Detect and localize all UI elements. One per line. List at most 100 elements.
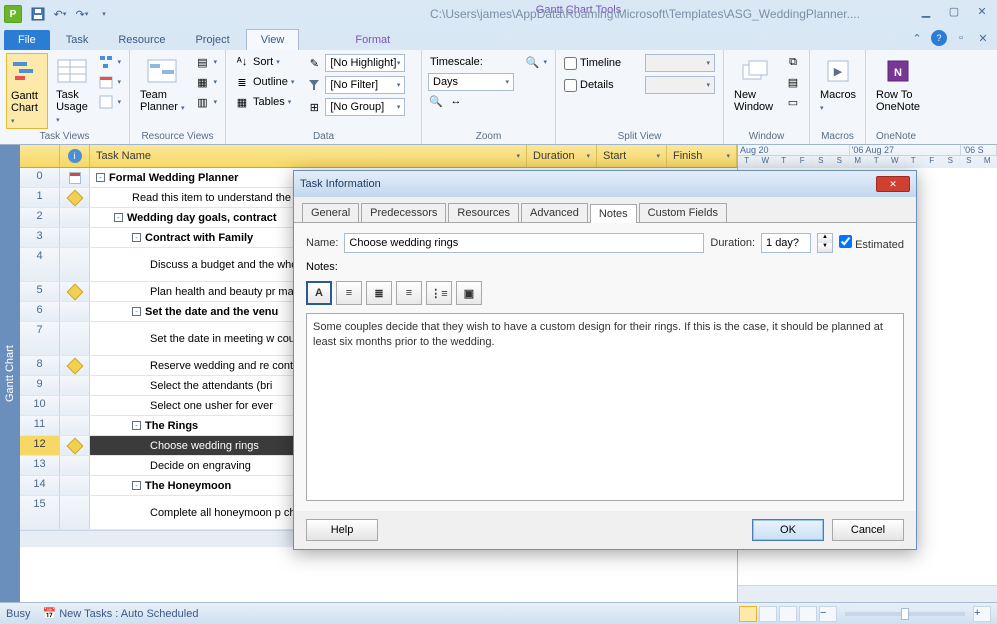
window-title: C:\Users\james\AppData\Roaming\Microsoft… (430, 7, 860, 21)
network-diagram-button[interactable]: ▾ (96, 53, 123, 71)
timescale-select[interactable]: Days▾ (428, 73, 514, 91)
align-left-icon[interactable]: ≡ (336, 281, 362, 305)
hide-button[interactable]: ▭ (783, 93, 803, 111)
mdi-restore-icon[interactable]: ▫ (953, 30, 969, 46)
estimated-checkbox[interactable]: Estimated (839, 235, 904, 251)
dialog-close-button[interactable]: ✕ (876, 176, 910, 192)
undo-icon[interactable]: ↶▾ (50, 4, 70, 24)
zoom-icon[interactable]: 🔍 (524, 54, 540, 70)
task-name-header[interactable]: Task Name▾ (90, 145, 527, 167)
dialog-tab-custom-fields[interactable]: Custom Fields (639, 203, 727, 222)
cancel-button[interactable]: Cancel (832, 519, 904, 541)
ribbon-tabs: File Task Resource Project View Format (0, 28, 997, 50)
resource-other-button[interactable]: ▥▾ (192, 93, 219, 111)
timeline-checkbox[interactable]: Timeline▾ (562, 53, 717, 73)
dialog-tab-resources[interactable]: Resources (448, 203, 519, 222)
group-onenote: OneNote (872, 129, 920, 142)
start-header[interactable]: Start▾ (597, 145, 667, 167)
group-task-views: Task Views (6, 129, 123, 142)
align-center-icon[interactable]: ≣ (366, 281, 392, 305)
team-planner-button[interactable]: Team Planner ▾ (136, 53, 188, 115)
tab-task[interactable]: Task (52, 30, 103, 50)
zoom-in-icon[interactable]: 🔍 (428, 93, 444, 109)
mdi-close-icon[interactable]: ✕ (975, 30, 991, 46)
view-task-usage-icon[interactable] (759, 606, 777, 622)
zoom-out-icon[interactable]: − (819, 606, 837, 622)
save-icon[interactable] (28, 4, 48, 24)
onenote-button[interactable]: N Row To OneNote (872, 53, 924, 115)
macros-button[interactable]: ▶ Macros▾ (816, 53, 860, 115)
help-icon[interactable]: ? (931, 30, 947, 46)
vertical-view-tab[interactable]: Gantt Chart (0, 145, 20, 602)
outline-toggle[interactable]: - (132, 233, 141, 242)
tab-project[interactable]: Project (181, 30, 243, 50)
duration-label: Duration: (710, 237, 755, 249)
info-column-header[interactable]: i (60, 145, 90, 167)
timescale-label: Timescale:🔍▾ (428, 53, 549, 71)
highlight-select[interactable]: ✎[No Highlight]▾ (304, 53, 407, 73)
task-usage-button[interactable]: Task Usage ▾ (52, 53, 92, 127)
switch-windows-button[interactable]: ⧉ (783, 53, 803, 71)
ok-button[interactable]: OK (752, 519, 824, 541)
chart-horizontal-scrollbar[interactable] (738, 585, 997, 602)
notes-toolbar: A ≡ ≣ ≡ ⋮≡ ▣ (306, 281, 904, 305)
zoom-fit-icon[interactable]: ↔ (448, 93, 464, 109)
ribbon-minimize-icon[interactable]: ⌃ (909, 30, 925, 46)
sort-button[interactable]: ᴬ↓Sort ▾ (232, 53, 296, 71)
other-views-button[interactable]: ▾ (96, 93, 123, 111)
tab-resource[interactable]: Resource (104, 30, 179, 50)
duration-spinner[interactable]: ▲▼ (817, 233, 833, 253)
zoom-slider[interactable] (845, 612, 965, 616)
tab-format[interactable]: Format (341, 30, 404, 50)
tables-button[interactable]: ▦Tables ▾ (232, 93, 296, 111)
dialog-tab-general[interactable]: General (302, 203, 359, 222)
group-select[interactable]: ⊞[No Group]▾ (304, 97, 407, 117)
redo-icon[interactable]: ↷▾ (72, 4, 92, 24)
dialog-title-bar[interactable]: Task Information ✕ (294, 171, 916, 197)
outline-toggle[interactable]: - (114, 213, 123, 222)
tab-view[interactable]: View (246, 29, 300, 50)
task-information-dialog: Task Information ✕ GeneralPredecessorsRe… (293, 170, 917, 550)
calendar-view-button[interactable]: ▾ (96, 73, 123, 91)
maximize-icon[interactable]: ▢ (945, 4, 963, 18)
grid-header: i Task Name▾ Duration▾ Start▾ Finish▾ (20, 145, 737, 168)
view-resource-icon[interactable] (799, 606, 817, 622)
outline-toggle[interactable]: - (96, 173, 105, 182)
minimize-icon[interactable]: ▁ (917, 4, 935, 18)
arrange-all-button[interactable]: ▤ (783, 73, 803, 91)
resource-usage-button[interactable]: ▤▾ (192, 53, 219, 71)
view-team-icon[interactable] (779, 606, 797, 622)
qat-customize-icon[interactable]: ▾ (94, 4, 114, 24)
align-right-icon[interactable]: ≡ (396, 281, 422, 305)
name-input[interactable] (344, 233, 704, 253)
zoom-in-icon[interactable]: + (973, 606, 991, 622)
duration-header[interactable]: Duration▾ (527, 145, 597, 167)
font-button[interactable]: A (306, 281, 332, 305)
outline-toggle[interactable]: - (132, 421, 141, 430)
view-gantt-icon[interactable] (739, 606, 757, 622)
help-button[interactable]: Help (306, 519, 378, 541)
status-busy: Busy (6, 608, 30, 620)
gantt-chart-button[interactable]: Gantt Chart ▾ (6, 53, 48, 129)
svg-text:N: N (894, 67, 902, 79)
notes-textarea[interactable]: Some couples decide that they wish to ha… (306, 313, 904, 501)
dialog-tab-notes[interactable]: Notes (590, 204, 637, 223)
insert-object-icon[interactable]: ▣ (456, 281, 482, 305)
quick-access-toolbar: ↶▾ ↷▾ ▾ (28, 4, 114, 24)
bullets-icon[interactable]: ⋮≡ (426, 281, 452, 305)
outline-toggle[interactable]: - (132, 481, 141, 490)
file-tab[interactable]: File (4, 30, 50, 50)
outline-toggle[interactable]: - (132, 307, 141, 316)
duration-input[interactable] (761, 233, 811, 253)
filter-select[interactable]: [No Filter]▾ (304, 75, 407, 95)
finish-header[interactable]: Finish▾ (667, 145, 737, 167)
details-checkbox[interactable]: Details▾ (562, 75, 717, 95)
group-split-view: Split View (562, 129, 717, 142)
outline-button[interactable]: ≣Outline ▾ (232, 73, 296, 91)
dialog-tab-advanced[interactable]: Advanced (521, 203, 588, 222)
resource-sheet-button[interactable]: ▦▾ (192, 73, 219, 91)
dialog-tab-predecessors[interactable]: Predecessors (361, 203, 446, 222)
new-window-button[interactable]: New Window (730, 53, 779, 115)
group-resource-views: Resource Views (136, 129, 219, 142)
close-icon[interactable]: ✕ (973, 4, 991, 18)
